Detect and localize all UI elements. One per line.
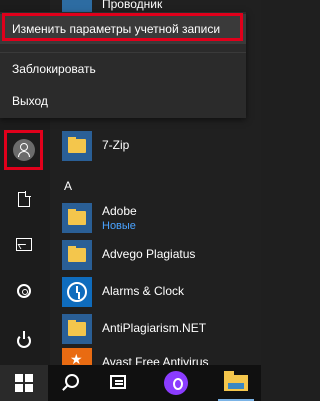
folder-icon xyxy=(62,314,92,344)
folder-icon xyxy=(62,203,92,233)
task-view-button[interactable] xyxy=(96,365,144,401)
alice-button[interactable] xyxy=(150,365,198,401)
folder-icon xyxy=(62,240,92,270)
app-item-alarms[interactable]: Alarms & Clock xyxy=(62,274,261,310)
alice-assistant-icon xyxy=(164,371,188,395)
menu-separator xyxy=(0,52,246,53)
documents-button[interactable] xyxy=(0,180,50,220)
file-explorer-button[interactable] xyxy=(212,365,260,401)
taskbar xyxy=(0,365,261,401)
sign-out-item[interactable]: Выход xyxy=(0,86,246,116)
app-label: 7-Zip xyxy=(102,138,130,152)
power-button[interactable] xyxy=(0,322,50,362)
menu-item-label: Заблокировать xyxy=(12,62,96,76)
app-label: Adobe xyxy=(102,204,137,218)
menu-item-label: Выход xyxy=(12,94,48,108)
app-item-7zip[interactable]: 7-Zip xyxy=(62,128,261,164)
app-label: Проводник xyxy=(102,0,163,11)
highlight-avatar-box xyxy=(4,130,43,170)
power-icon xyxy=(17,331,31,348)
alarm-clock-icon xyxy=(62,277,92,307)
highlight-account-settings-box xyxy=(2,13,243,41)
task-view-icon xyxy=(110,375,126,389)
group-letter[interactable]: A xyxy=(64,179,72,193)
documents-icon xyxy=(18,191,31,207)
folder-icon xyxy=(62,131,92,161)
pictures-button[interactable] xyxy=(0,225,50,265)
pictures-icon xyxy=(16,238,32,251)
windows-start-icon xyxy=(15,374,33,392)
app-label: Alarms & Clock xyxy=(102,284,185,298)
lock-item[interactable]: Заблокировать xyxy=(0,54,246,84)
app-label: AntiPlagiarism.NET xyxy=(102,321,207,335)
search-icon xyxy=(65,374,79,388)
settings-button[interactable] xyxy=(0,272,50,312)
app-item-adobe[interactable]: Adobe Новые xyxy=(62,200,261,236)
settings-gear-icon xyxy=(17,284,31,298)
search-button[interactable] xyxy=(48,365,96,401)
app-item-antiplagiarism[interactable]: AntiPlagiarism.NET xyxy=(62,311,261,347)
new-badge: Новые xyxy=(102,220,136,232)
app-label: Advego Plagiatus xyxy=(102,247,196,261)
app-item-advego[interactable]: Advego Plagiatus xyxy=(62,237,261,273)
file-explorer-icon xyxy=(224,371,248,391)
start-button[interactable] xyxy=(0,365,48,401)
